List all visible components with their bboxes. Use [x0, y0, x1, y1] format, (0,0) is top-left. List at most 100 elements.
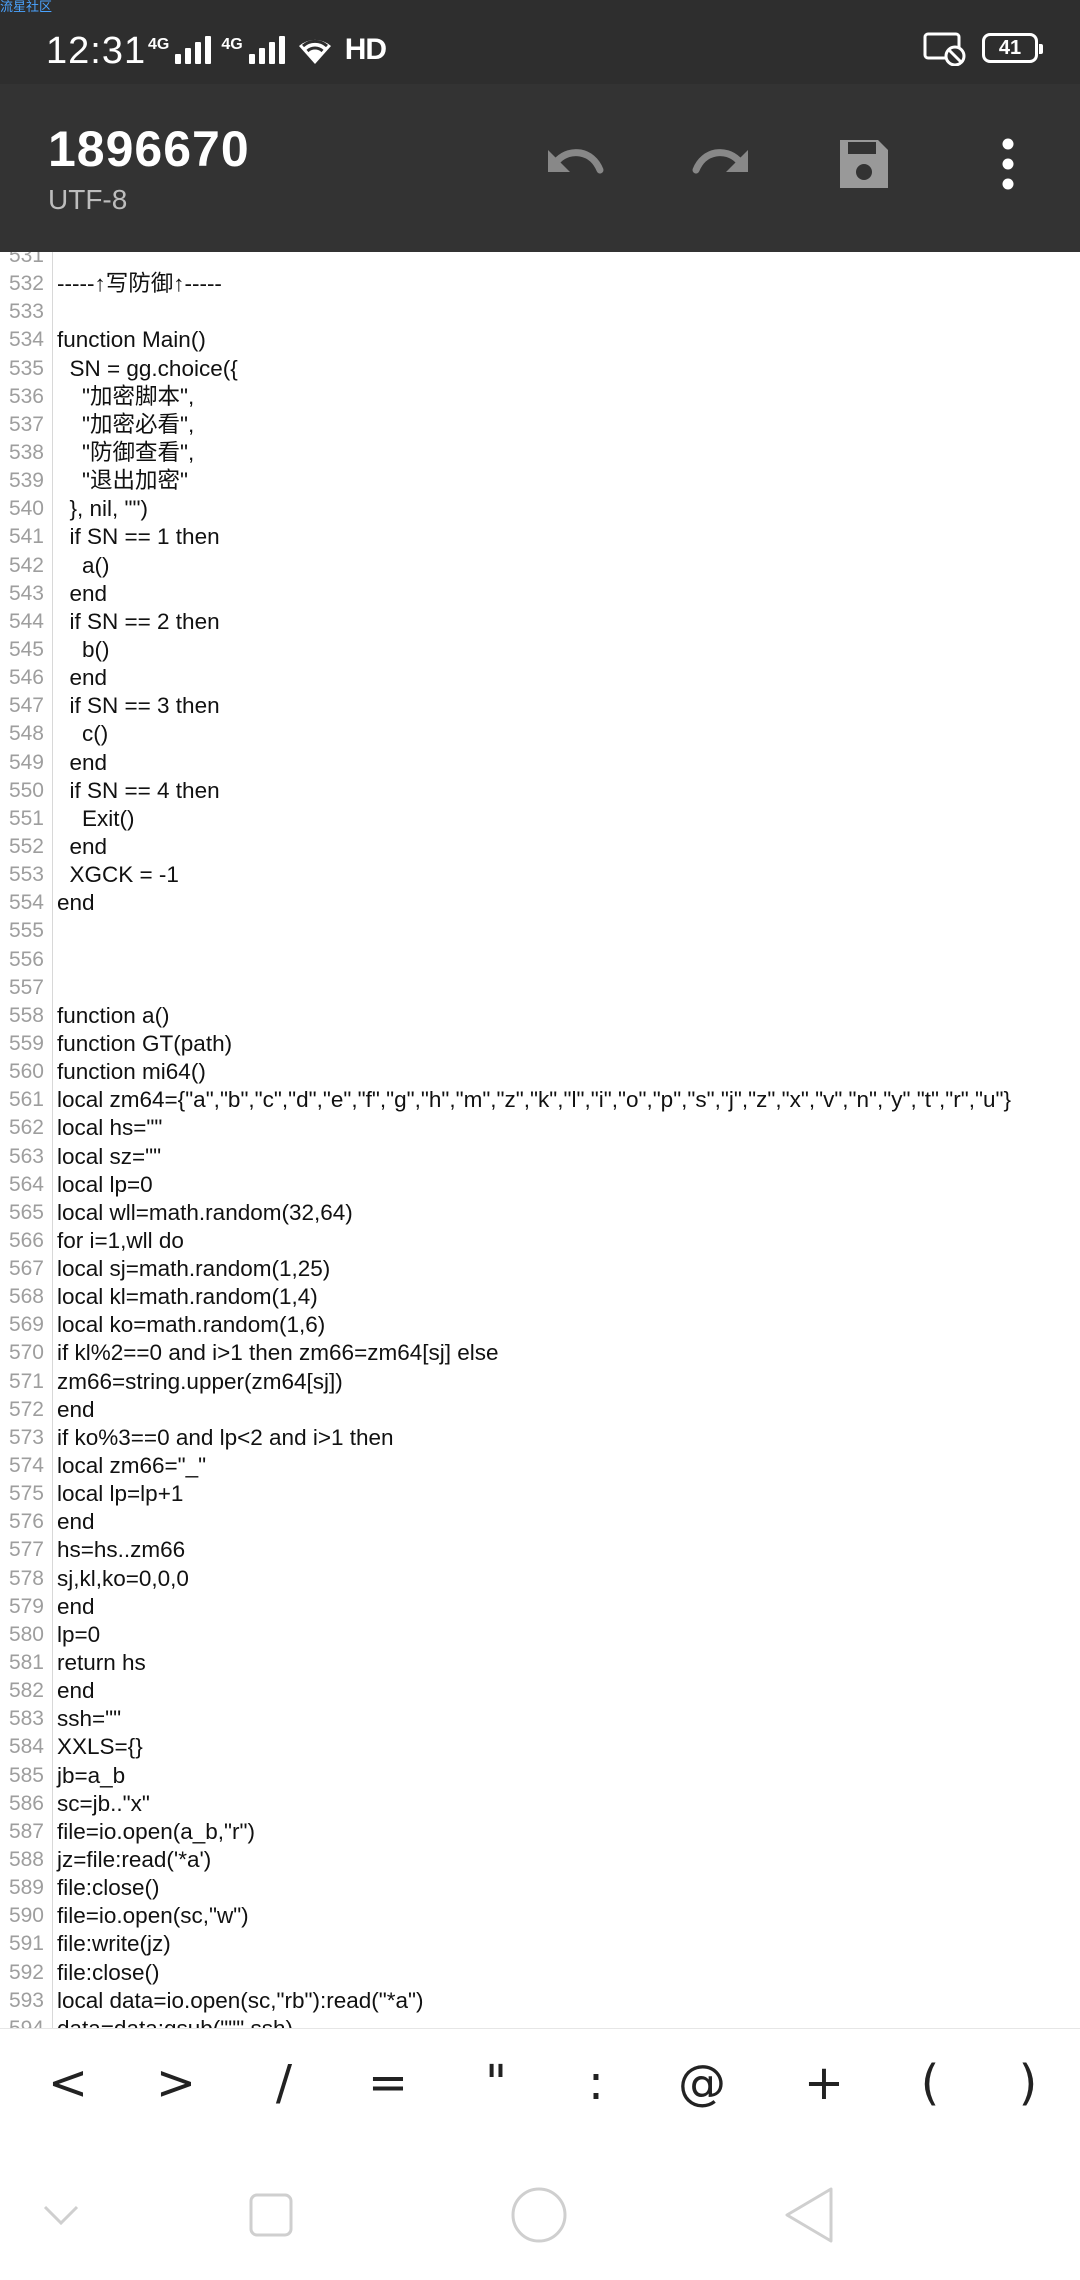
symbol-key-open-paren[interactable]: (: [890, 2043, 970, 2123]
code-line[interactable]: 540 }, nil, ""): [0, 495, 1011, 523]
code-line[interactable]: 568 local kl=math.random(1,4): [0, 1283, 1011, 1311]
code-line[interactable]: 566 for i=1,wll do: [0, 1227, 1011, 1255]
code-line[interactable]: 573 if ko%3==0 and lp<2 and i>1 then: [0, 1424, 1011, 1452]
code-line[interactable]: 539 "退出加密": [0, 467, 1011, 495]
code-line[interactable]: 553 XGCK = -1: [0, 861, 1011, 889]
nav-home-button[interactable]: [504, 2180, 574, 2250]
nav-recents-button[interactable]: [236, 2180, 306, 2250]
line-number: 542: [8, 553, 44, 577]
code-line[interactable]: 578 sj,kl,ko=0,0,0: [0, 1565, 1011, 1593]
code-line[interactable]: 541 if SN == 1 then: [0, 523, 1011, 551]
code-line[interactable]: 537 "加密必看",: [0, 411, 1011, 439]
code-line[interactable]: 584 XXLS={}: [0, 1733, 1011, 1761]
code-line[interactable]: 532 -----↑写防御↑-----: [0, 270, 1011, 298]
code-line[interactable]: 575 local lp=lp+1: [0, 1480, 1011, 1508]
line-text: end: [57, 1593, 95, 1619]
code-line[interactable]: 567 local sj=math.random(1,25): [0, 1255, 1011, 1283]
code-line[interactable]: 582 end: [0, 1677, 1011, 1705]
symbol-key-quote[interactable]: ": [456, 2043, 536, 2123]
symbol-key-at[interactable]: @: [662, 2043, 742, 2123]
code-line[interactable]: 581 return hs: [0, 1649, 1011, 1677]
symbol-key-less-than[interactable]: <: [28, 2043, 108, 2123]
symbol-key-colon[interactable]: :: [556, 2043, 636, 2123]
symbol-key-equals[interactable]: =: [348, 2043, 428, 2123]
code-line[interactable]: 586 sc=jb.."x": [0, 1790, 1011, 1818]
code-line[interactable]: 538 "防御查看",: [0, 439, 1011, 467]
status-right-icons: 41: [922, 30, 1043, 66]
line-text: XGCK = -1: [57, 862, 179, 888]
code-line[interactable]: 544 if SN == 2 then: [0, 608, 1011, 636]
code-line[interactable]: 548 c(): [0, 720, 1011, 748]
code-line[interactable]: 555: [0, 917, 1011, 945]
code-line[interactable]: 583 ssh="": [0, 1705, 1011, 1733]
code-line[interactable]: 556: [0, 946, 1011, 974]
code-line[interactable]: 590 file=io.open(sc,"w"): [0, 1902, 1011, 1930]
code-line[interactable]: 551 Exit(): [0, 805, 1011, 833]
code-line[interactable]: 561 local zm64={"a","b","c","d","e","f","…: [0, 1086, 1011, 1114]
code-line[interactable]: 558 function a(): [0, 1002, 1011, 1030]
undo-button[interactable]: [536, 124, 616, 204]
nav-back-button[interactable]: [774, 2180, 844, 2250]
code-line[interactable]: 594 data=data:gsub(""",ssh): [0, 2015, 1011, 2028]
code-line[interactable]: 577 hs=hs..zm66: [0, 1536, 1011, 1564]
code-line[interactable]: 591 file:write(jz): [0, 1930, 1011, 1958]
line-number: 559: [8, 1031, 44, 1055]
code-line[interactable]: 593 local data=io.open(sc,"rb"):read("*a"…: [0, 1987, 1011, 2015]
code-line[interactable]: 560 function mi64(): [0, 1058, 1011, 1086]
code-line[interactable]: 554 end: [0, 889, 1011, 917]
code-line[interactable]: 543 end: [0, 580, 1011, 608]
code-line[interactable]: 569 local ko=math.random(1,6): [0, 1311, 1011, 1339]
code-line[interactable]: 534 function Main(): [0, 326, 1011, 354]
network-type-label: 4G: [148, 36, 170, 53]
code-line[interactable]: 546 end: [0, 664, 1011, 692]
symbol-key-slash[interactable]: /: [244, 2043, 324, 2123]
battery-level: 41: [998, 36, 1022, 59]
code-line[interactable]: 542 a(): [0, 552, 1011, 580]
save-button[interactable]: [824, 124, 904, 204]
code-line[interactable]: 574 local zm66="_": [0, 1452, 1011, 1480]
line-number: 557: [8, 975, 44, 999]
code-line[interactable]: 564 local lp=0: [0, 1171, 1011, 1199]
code-line[interactable]: 576 end: [0, 1508, 1011, 1536]
code-editor[interactable]: 531 532 -----↑写防御↑----- 533 534 function Main…: [0, 252, 1080, 2028]
code-line[interactable]: 549 end: [0, 749, 1011, 777]
code-line[interactable]: 552 end: [0, 833, 1011, 861]
code-line[interactable]: 572 end: [0, 1396, 1011, 1424]
code-line[interactable]: 545 b(): [0, 636, 1011, 664]
symbol-key-plus[interactable]: +: [784, 2043, 864, 2123]
code-line[interactable]: 588 jz=file:read('*a'): [0, 1846, 1011, 1874]
code-line[interactable]: 535 SN = gg.choice({: [0, 355, 1011, 383]
code-line[interactable]: 592 file:close(): [0, 1959, 1011, 1987]
code-line[interactable]: 531: [0, 252, 1011, 270]
code-line[interactable]: 580 lp=0: [0, 1621, 1011, 1649]
code-line[interactable]: 547 if SN == 3 then: [0, 692, 1011, 720]
status-icons: 4G 4G HD: [148, 30, 387, 70]
code-line[interactable]: 571 zm66=string.upper(zm64[sj]): [0, 1368, 1011, 1396]
line-text: end: [57, 749, 108, 775]
symbol-key-greater-than[interactable]: >: [136, 2043, 216, 2123]
code-line[interactable]: 585 jb=a_b: [0, 1762, 1011, 1790]
nav-hide-button[interactable]: [26, 2180, 96, 2250]
line-text: sj,kl,ko=0,0,0: [57, 1565, 189, 1591]
code-line[interactable]: 587 file=io.open(a_b,"r"): [0, 1818, 1011, 1846]
code-line[interactable]: 533: [0, 298, 1011, 326]
code-line[interactable]: 579 end: [0, 1593, 1011, 1621]
code-line[interactable]: 570 if kl%2==0 and i>1 then zm66=zm64[sj]…: [0, 1339, 1011, 1367]
code-line[interactable]: 557: [0, 974, 1011, 1002]
redo-button[interactable]: [680, 124, 760, 204]
code-line[interactable]: 550 if SN == 4 then: [0, 777, 1011, 805]
code-line[interactable]: 536 "加密脚本",: [0, 383, 1011, 411]
line-number: 587: [8, 1819, 44, 1843]
line-text: end: [57, 1396, 95, 1422]
line-text: function mi64(): [57, 1059, 206, 1085]
symbol-key-close-paren[interactable]: ): [988, 2043, 1068, 2123]
code-line[interactable]: 565 local wll=math.random(32,64): [0, 1199, 1011, 1227]
line-text: file:close(): [57, 1959, 160, 1985]
code-line[interactable]: 562 local hs="": [0, 1114, 1011, 1142]
code-line[interactable]: 589 file:close(): [0, 1874, 1011, 1902]
code-line[interactable]: 559 function GT(path): [0, 1030, 1011, 1058]
line-text: end: [57, 665, 108, 691]
line-number: 570: [8, 1341, 44, 1365]
more-options-button[interactable]: [968, 124, 1048, 204]
code-line[interactable]: 563 local sz="": [0, 1143, 1011, 1171]
